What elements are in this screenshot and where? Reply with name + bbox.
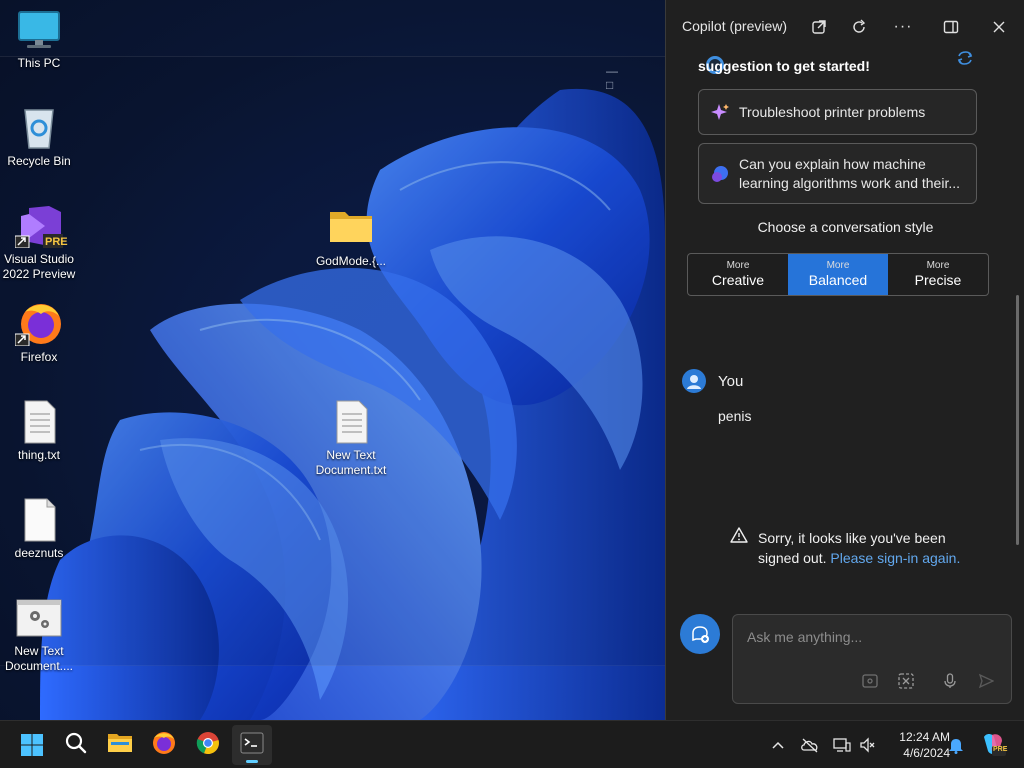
notification-bell-icon[interactable] <box>946 735 966 755</box>
refresh-icon[interactable] <box>848 16 870 38</box>
copilot-pre-badge: PRE <box>993 746 1008 753</box>
text-file-icon <box>327 400 375 444</box>
desktop-icon-new-text-document[interactable]: New Text Document.txt <box>312 400 390 478</box>
style-balanced-button[interactable]: More Balanced <box>788 254 888 295</box>
send-icon[interactable] <box>977 672 995 690</box>
chat-scrollbar[interactable] <box>1016 295 1019 545</box>
desktop-icon-label: Firefox <box>20 350 58 364</box>
style-prefix: More <box>726 260 750 271</box>
desktop-icon-label: GodMode.{... <box>315 254 387 268</box>
style-prefix: More <box>826 260 850 271</box>
volume-muted-icon[interactable] <box>858 735 878 755</box>
clock-date: 4/6/2024 <box>903 746 950 760</box>
chrome-taskbar-button[interactable] <box>188 725 228 765</box>
style-prefix: More <box>926 260 950 271</box>
terminal-icon <box>240 732 264 759</box>
user-avatar-icon <box>682 369 706 393</box>
blank-file-icon <box>15 498 63 542</box>
suggestion-machine-learning[interactable]: Can you explain how machine learning alg… <box>698 143 977 204</box>
desktop-icon-recycle-bin[interactable]: Recycle Bin <box>0 106 78 169</box>
style-name: Precise <box>914 272 962 288</box>
sign-in-link[interactable]: Please sign-in again. <box>830 550 960 566</box>
onedrive-offline-icon[interactable] <box>800 735 820 755</box>
close-icon[interactable] <box>988 16 1010 38</box>
microphone-icon[interactable] <box>941 672 959 690</box>
copilot-title: Copilot (preview) <box>682 18 788 34</box>
background-window-controls: —□ <box>606 64 644 92</box>
system-clock[interactable]: 12:24 AM 4/6/2024 <box>880 729 950 761</box>
desktop-icon-label: Visual Studio 2022 Preview <box>2 252 76 281</box>
user-label: You <box>718 373 744 390</box>
style-precise-button[interactable]: More Precise <box>888 254 988 295</box>
desktop-icon-label: New Text Document.... <box>4 644 74 673</box>
intro-text: suggestion to get started! <box>698 58 870 74</box>
network-icon[interactable] <box>832 735 852 755</box>
suggestion-text: Troubleshoot printer problems <box>739 103 926 120</box>
chat-bubble-icon <box>711 165 729 183</box>
chrome-icon <box>196 731 220 760</box>
image-upload-icon[interactable] <box>861 672 879 690</box>
style-creative-button[interactable]: More Creative <box>688 254 788 295</box>
search-icon <box>64 731 88 760</box>
signed-out-message: Sorry, it looks like you've been signed … <box>738 528 978 568</box>
desktop-icon-godmode-folder[interactable]: GodMode.{... <box>312 206 390 269</box>
firefox-icon <box>152 731 176 760</box>
visual-studio-icon: PRE <box>14 204 68 249</box>
sparkle-icon <box>711 103 729 121</box>
text-file-icon <box>15 400 63 444</box>
monitor-icon <box>15 8 63 52</box>
copilot-taskbar-icon[interactable]: PRE <box>980 731 1008 757</box>
desktop: —□ This PC Recycle Bin PRE Visual Studio… <box>0 0 665 720</box>
settings-file-icon <box>15 596 63 640</box>
open-in-new-window-icon[interactable] <box>808 16 830 38</box>
copilot-panel: Copilot (preview) ··· suggestion to get … <box>665 0 1024 720</box>
more-options-icon[interactable]: ··· <box>892 16 914 38</box>
desktop-icon-label: thing.txt <box>17 448 61 462</box>
desktop-icon-label: New Text Document.txt <box>315 448 387 477</box>
refresh-suggestions-icon[interactable] <box>956 50 974 71</box>
copilot-header: Copilot (preview) ··· <box>666 0 1024 54</box>
ask-box <box>732 614 1012 704</box>
conversation-style-selector: More Creative More Balanced More Precise <box>687 253 989 296</box>
start-button[interactable] <box>12 725 52 765</box>
show-hidden-icons-chevron-up-icon[interactable] <box>768 735 788 755</box>
search-button[interactable] <box>56 725 96 765</box>
folder-icon <box>327 206 375 250</box>
dock-panel-icon[interactable] <box>940 16 962 38</box>
active-app-indicator <box>246 760 258 763</box>
background-window-outline <box>0 56 665 666</box>
firefox-icon <box>14 302 63 347</box>
conversation-style-heading: Choose a conversation style <box>757 219 934 235</box>
ask-input[interactable] <box>747 629 987 645</box>
desktop-icon-new-text-document-settings[interactable]: New Text Document.... <box>0 596 78 674</box>
pre-badge: PRE <box>45 236 68 248</box>
clock-time: 12:24 AM <box>899 730 950 744</box>
suggestion-text: Can you explain how machine learning alg… <box>739 155 960 191</box>
recycle-bin-icon <box>15 106 63 150</box>
desktop-icon-this-pc[interactable]: This PC <box>0 8 78 71</box>
desktop-icon-label: Recycle Bin <box>7 154 71 168</box>
desktop-icon-firefox[interactable]: Firefox <box>0 302 78 365</box>
new-topic-button[interactable] <box>680 614 720 654</box>
style-name: Balanced <box>808 272 868 288</box>
suggestion-printer[interactable]: Troubleshoot printer problems <box>698 89 977 135</box>
desktop-icon-deeznuts[interactable]: deeznuts <box>0 498 78 561</box>
desktop-icon-label: This PC <box>17 56 61 70</box>
user-message: penis <box>718 408 752 424</box>
file-explorer-button[interactable] <box>100 725 140 765</box>
desktop-icon-visual-studio[interactable]: PRE Visual Studio 2022 Preview <box>0 204 78 282</box>
desktop-icon-thing-txt[interactable]: thing.txt <box>0 400 78 463</box>
taskbar: 12:24 AM 4/6/2024 PRE <box>0 720 1024 768</box>
folder-icon <box>107 731 133 760</box>
style-name: Creative <box>711 272 765 288</box>
screenshot-icon[interactable] <box>897 672 915 690</box>
desktop-icon-label: deeznuts <box>14 546 64 560</box>
firefox-taskbar-button[interactable] <box>144 725 184 765</box>
terminal-taskbar-button[interactable] <box>232 725 272 765</box>
